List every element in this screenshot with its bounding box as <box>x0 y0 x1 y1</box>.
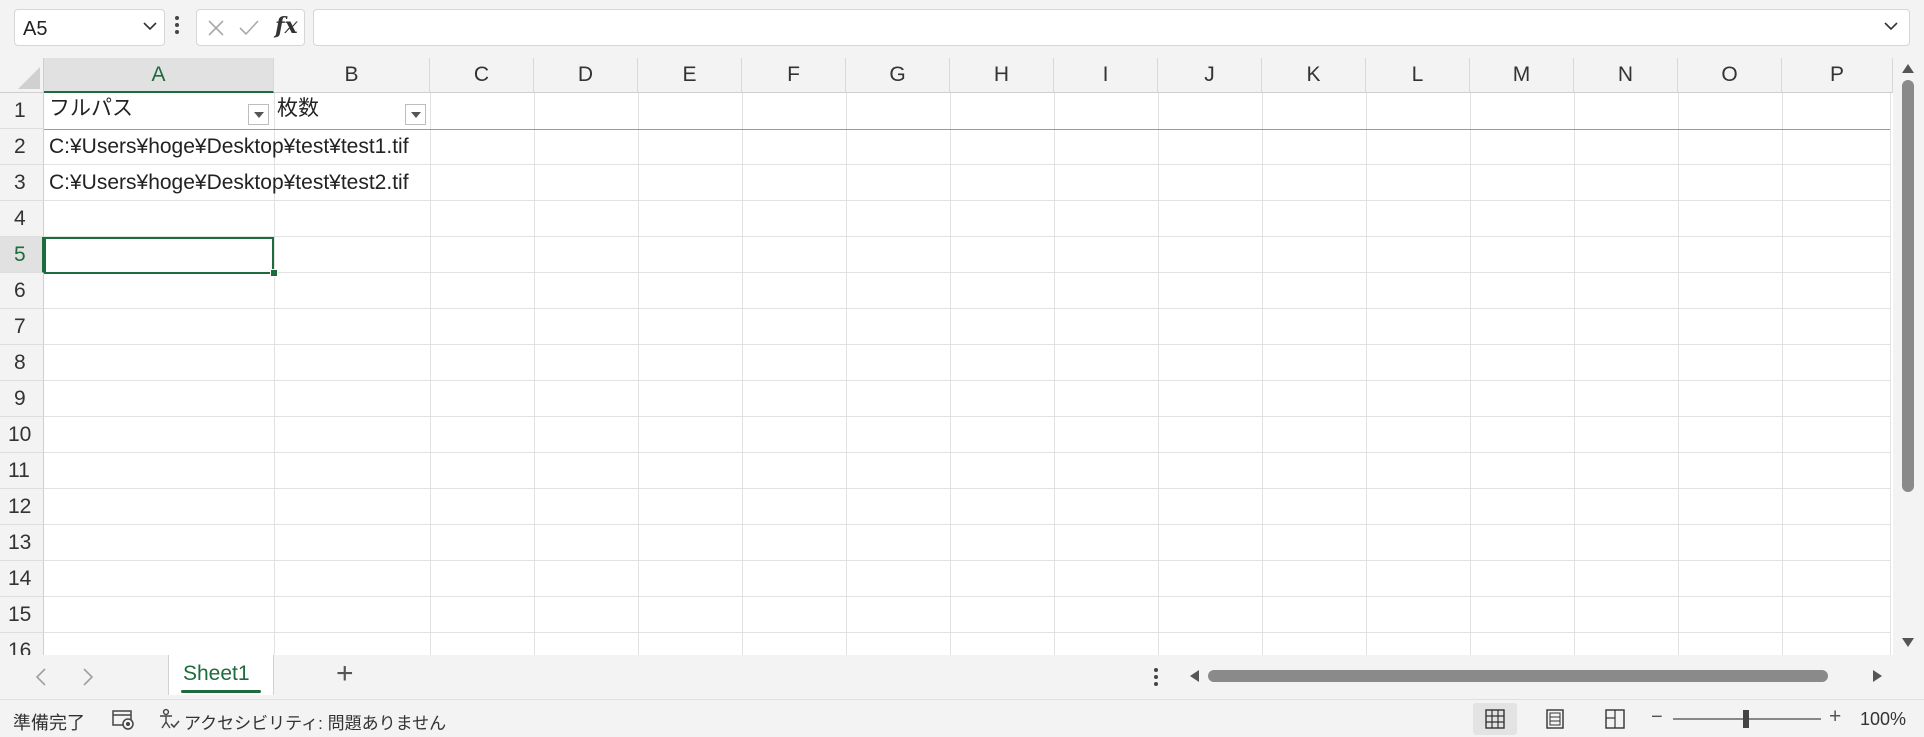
grid-view-icon <box>1485 709 1505 729</box>
scroll-left-arrow-icon[interactable] <box>1190 670 1199 682</box>
formula-buttons: fx <box>196 9 305 46</box>
row-header-3[interactable]: 3 <box>0 165 44 201</box>
column-header-o[interactable]: O <box>1678 58 1782 93</box>
row-header-7[interactable]: 7 <box>0 309 44 345</box>
cell-a2[interactable]: C:¥Users¥hoge¥Desktop¥test¥test1.tif <box>49 129 409 165</box>
accessibility-icon[interactable] <box>158 708 180 735</box>
column-header-e[interactable]: E <box>638 58 742 93</box>
row-header-11[interactable]: 11 <box>0 453 44 489</box>
macro-recording-icon[interactable] <box>111 708 135 735</box>
horizontal-scrollbar[interactable] <box>1184 666 1888 686</box>
dropdown-arrow-icon <box>411 112 421 118</box>
scroll-right-arrow-icon[interactable] <box>1873 670 1882 682</box>
filter-dropdown-a1[interactable] <box>248 104 269 125</box>
zoom-in-button[interactable]: + <box>1829 705 1841 729</box>
normal-view-button[interactable] <box>1473 703 1517 735</box>
row-header-10[interactable]: 10 <box>0 417 44 453</box>
formula-bar: A5 fx <box>0 0 1924 58</box>
active-cell-a5[interactable] <box>44 237 274 274</box>
cancel-icon[interactable] <box>206 18 226 43</box>
more-options-icon[interactable] <box>1153 667 1159 692</box>
cell-b1[interactable]: 枚数 <box>277 91 319 127</box>
row-header-8[interactable]: 8 <box>0 345 44 381</box>
column-header-c[interactable]: C <box>430 58 534 93</box>
row-header-15[interactable]: 15 <box>0 597 44 633</box>
column-header-i[interactable]: I <box>1054 58 1158 93</box>
worksheet-grid[interactable]: A B C D E F G H I J K L M N O P 1 2 3 4 … <box>0 58 1893 655</box>
sheet-tab-bar: Sheet1 + <box>0 655 1924 699</box>
select-all-button[interactable] <box>0 58 44 93</box>
dropdown-arrow-icon <box>254 112 264 118</box>
status-bar: 準備完了 アクセシビリティ: 問題ありません − + 100% <box>0 699 1924 737</box>
zoom-slider-thumb[interactable] <box>1743 710 1749 728</box>
sheet-tab-label: Sheet1 <box>183 662 250 685</box>
formula-input[interactable] <box>313 9 1910 46</box>
page-layout-icon <box>1546 709 1564 729</box>
vertical-scroll-thumb[interactable] <box>1902 80 1914 492</box>
sheet-tab-sheet1[interactable]: Sheet1 <box>168 655 274 695</box>
row-header-1[interactable]: 1 <box>0 93 44 129</box>
filter-dropdown-b1[interactable] <box>405 104 426 125</box>
active-tab-indicator <box>181 690 261 693</box>
row-header-4[interactable]: 4 <box>0 201 44 237</box>
column-header-g[interactable]: G <box>846 58 950 93</box>
chevron-down-icon[interactable] <box>142 18 158 39</box>
row-header-12[interactable]: 12 <box>0 489 44 525</box>
horizontal-scroll-thumb[interactable] <box>1208 670 1828 682</box>
column-header-j[interactable]: J <box>1158 58 1262 93</box>
zoom-level[interactable]: 100% <box>1860 709 1906 730</box>
page-break-view-button[interactable] <box>1593 703 1637 735</box>
row-header-5[interactable]: 5 <box>0 237 44 273</box>
column-header-f[interactable]: F <box>742 58 846 93</box>
column-header-b[interactable]: B <box>274 58 430 93</box>
add-sheet-button[interactable]: + <box>336 659 354 689</box>
row-header-16[interactable]: 16 <box>0 633 44 655</box>
scroll-up-arrow-icon[interactable] <box>1902 64 1914 73</box>
name-box[interactable]: A5 <box>14 9 165 46</box>
insert-function-button[interactable]: fx <box>275 13 298 39</box>
row-header-2[interactable]: 2 <box>0 129 44 165</box>
row-header-13[interactable]: 13 <box>0 525 44 561</box>
accessibility-status-text[interactable]: アクセシビリティ: 問題ありません <box>184 709 446 734</box>
row-header-6[interactable]: 6 <box>0 273 44 309</box>
cell-a3[interactable]: C:¥Users¥hoge¥Desktop¥test¥test2.tif <box>49 165 409 201</box>
name-box-value: A5 <box>23 18 48 40</box>
more-options-icon[interactable] <box>174 14 180 41</box>
scroll-down-arrow-icon[interactable] <box>1902 638 1914 647</box>
page-layout-view-button[interactable] <box>1533 703 1577 735</box>
chevron-right-icon[interactable] <box>82 667 94 690</box>
column-header-n[interactable]: N <box>1574 58 1678 93</box>
vertical-scrollbar[interactable] <box>1893 58 1924 655</box>
column-header-h[interactable]: H <box>950 58 1054 93</box>
column-header-p[interactable]: P <box>1782 58 1893 93</box>
check-icon[interactable] <box>238 18 260 43</box>
page-break-icon <box>1605 709 1625 729</box>
column-header-k[interactable]: K <box>1262 58 1366 93</box>
row-header-14[interactable]: 14 <box>0 561 44 597</box>
row-header-9[interactable]: 9 <box>0 381 44 417</box>
status-ready-text: 準備完了 <box>13 713 85 733</box>
column-header-m[interactable]: M <box>1470 58 1574 93</box>
cell-a1[interactable]: フルパス <box>49 91 133 127</box>
column-header-d[interactable]: D <box>534 58 638 93</box>
zoom-out-button[interactable]: − <box>1651 706 1663 729</box>
expand-formula-chevron-icon[interactable] <box>1883 18 1899 39</box>
fill-handle[interactable] <box>270 269 278 277</box>
chevron-left-icon[interactable] <box>35 667 47 690</box>
column-header-l[interactable]: L <box>1366 58 1470 93</box>
column-header-a[interactable]: A <box>44 58 274 93</box>
